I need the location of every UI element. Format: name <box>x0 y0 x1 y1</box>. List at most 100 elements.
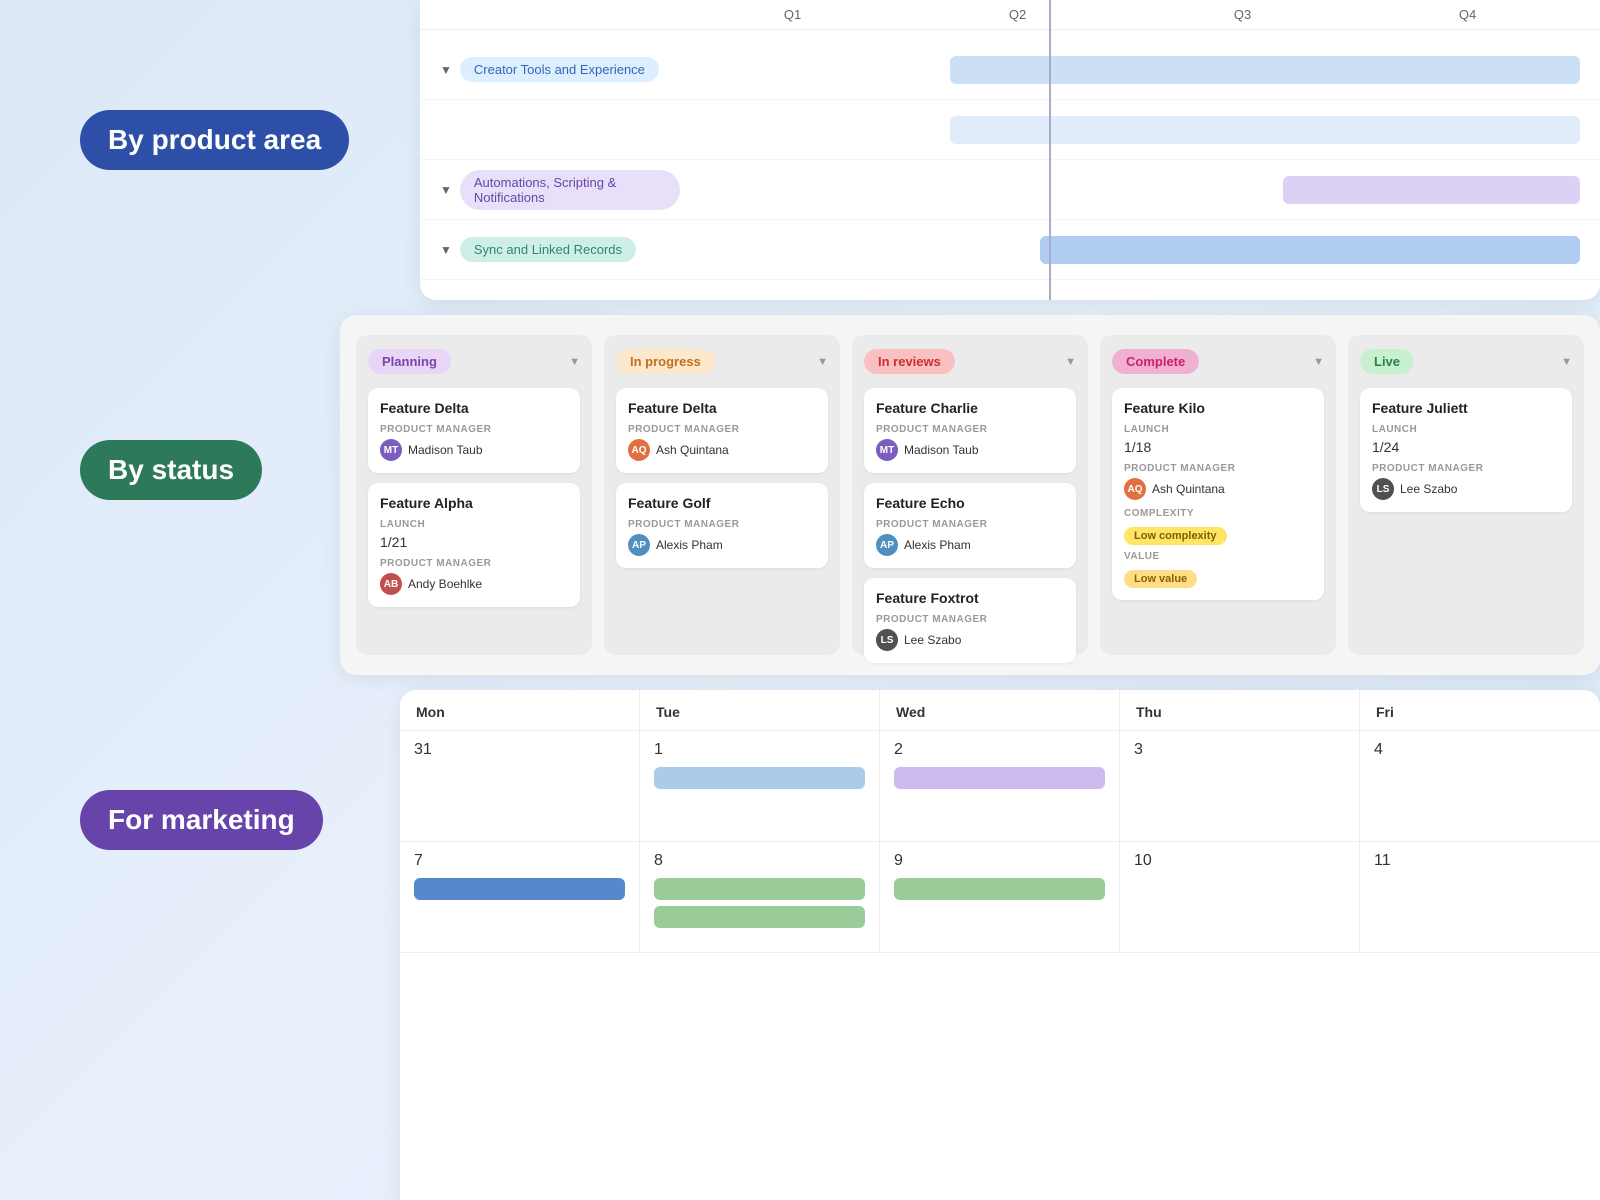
card-person-delta-ip: AQ Ash Quintana <box>628 439 816 461</box>
card-pm-label-kilo: PRODUCT MANAGER <box>1124 463 1312 474</box>
avatar-lee-juliett: LS <box>1372 478 1394 500</box>
cal-date-10: 10 <box>1134 852 1345 870</box>
card-person-kilo: AQ Ash Quintana <box>1124 478 1312 500</box>
gantt-label-creator: ▼ Creator Tools and Experience <box>440 57 680 82</box>
card-pm-label-alpha: PRODUCT MANAGER <box>380 558 568 569</box>
cal-bar-tue-2a <box>654 878 865 900</box>
calendar-week-1: 31 1 2 3 4 <box>400 731 1600 842</box>
chevron-icon-sync: ▼ <box>440 243 452 257</box>
card-title-1: Feature Delta <box>380 400 568 416</box>
card-launch-label-juliett: LAUNCH <box>1372 424 1560 435</box>
kanban-col-header-inprogress: In progress ▼ <box>616 349 828 374</box>
person-name-kilo: Ash Quintana <box>1152 482 1225 496</box>
status-badge-inprogress: In progress <box>616 349 715 374</box>
status-badge-planning: Planning <box>368 349 451 374</box>
cal-date-7: 7 <box>414 852 625 870</box>
person-name-foxtrot: Lee Szabo <box>904 633 961 647</box>
card-person-golf: AP Alexis Pham <box>628 534 816 556</box>
cal-date-8: 8 <box>654 852 865 870</box>
card-person-foxtrot: LS Lee Szabo <box>876 629 1064 651</box>
kanban-card-inprogress-1: Feature Delta PRODUCT MANAGER AQ Ash Qui… <box>616 388 828 473</box>
cal-bar-tue-1 <box>654 767 865 789</box>
avatar-ash-kilo: AQ <box>1124 478 1146 500</box>
for-marketing-label: For marketing <box>80 790 323 850</box>
card-person-charlie: MT Madison Taub <box>876 439 1064 461</box>
cal-cell-1: 1 <box>640 731 880 841</box>
gantt-bar-area-empty <box>680 100 1580 159</box>
gantt-tag-automations: Automations, Scripting & Notifications <box>460 170 680 210</box>
gantt-tag-creator: Creator Tools and Experience <box>460 57 659 82</box>
kanban-chevron-planning: ▼ <box>569 356 580 368</box>
gantt-label-automations: ▼ Automations, Scripting & Notifications <box>440 170 680 210</box>
status-badge-inreviews: In reviews <box>864 349 955 374</box>
card-launch-kilo: 1/18 <box>1124 439 1312 455</box>
card-label-1: PRODUCT MANAGER <box>380 424 568 435</box>
kanban-col-live: Live ▼ Feature Juliett LAUNCH 1/24 PRODU… <box>1348 335 1584 655</box>
gantt-row-empty <box>420 100 1600 160</box>
card-title-alpha: Feature Alpha <box>380 495 568 511</box>
card-person-juliett: LS Lee Szabo <box>1372 478 1560 500</box>
card-label-echo: PRODUCT MANAGER <box>876 519 1064 530</box>
kanban-card-planning-1: Feature Delta PRODUCT MANAGER MT Madison… <box>368 388 580 473</box>
avatar-alexis-golf: AP <box>628 534 650 556</box>
calendar-week-2: 7 8 9 10 11 <box>400 842 1600 953</box>
card-title-charlie: Feature Charlie <box>876 400 1064 416</box>
card-label-delta-ip: PRODUCT MANAGER <box>628 424 816 435</box>
kanban-col-header-complete: Complete ▼ <box>1112 349 1324 374</box>
kanban-card-charlie: Feature Charlie PRODUCT MANAGER MT Madis… <box>864 388 1076 473</box>
card-title-golf: Feature Golf <box>628 495 816 511</box>
card-person-echo: AP Alexis Pham <box>876 534 1064 556</box>
kanban-card-foxtrot: Feature Foxtrot PRODUCT MANAGER LS Lee S… <box>864 578 1076 663</box>
gantt-header: Q1 Q2 Q3 Q4 <box>420 0 1600 30</box>
cal-header-fri: Fri <box>1360 690 1600 730</box>
cal-date-2: 2 <box>894 741 1105 759</box>
cal-bar-wed-2 <box>894 878 1105 900</box>
card-title-echo: Feature Echo <box>876 495 1064 511</box>
card-title-juliett: Feature Juliett <box>1372 400 1560 416</box>
cal-header-mon: Mon <box>400 690 640 730</box>
card-launch-juliett: 1/24 <box>1372 439 1560 455</box>
person-name-echo: Alexis Pham <box>904 538 971 552</box>
cal-header-wed: Wed <box>880 690 1120 730</box>
kanban-panel: Planning ▼ Feature Delta PRODUCT MANAGER… <box>340 315 1600 675</box>
avatar-alexis-echo: AP <box>876 534 898 556</box>
value-badge-kilo: Low value <box>1124 570 1197 588</box>
calendar-body: 31 1 2 3 4 7 8 <box>400 731 1600 953</box>
gantt-bar-area-sync <box>680 220 1580 279</box>
kanban-col-inreviews: In reviews ▼ Feature Charlie PRODUCT MAN… <box>852 335 1088 655</box>
gantt-row-creator: ▼ Creator Tools and Experience <box>420 40 1600 100</box>
gantt-bar-auto <box>1283 176 1580 204</box>
card-title-foxtrot: Feature Foxtrot <box>876 590 1064 606</box>
gantt-bar-area-creator <box>680 40 1580 99</box>
cal-header-tue: Tue <box>640 690 880 730</box>
cal-cell-7: 7 <box>400 842 640 952</box>
avatar-andy: AB <box>380 573 402 595</box>
cal-header-thu: Thu <box>1120 690 1360 730</box>
cal-bar-wed-1 <box>894 767 1105 789</box>
gantt-bar-sync <box>1040 236 1580 264</box>
card-label-charlie: PRODUCT MANAGER <box>876 424 1064 435</box>
person-name-alpha: Andy Boehlke <box>408 577 482 591</box>
avatar-madison-1: MT <box>380 439 402 461</box>
complexity-badge-kilo: Low complexity <box>1124 527 1227 545</box>
kanban-col-complete: Complete ▼ Feature Kilo LAUNCH 1/18 PROD… <box>1100 335 1336 655</box>
kanban-card-kilo: Feature Kilo LAUNCH 1/18 PRODUCT MANAGER… <box>1112 388 1324 600</box>
chevron-icon: ▼ <box>440 63 452 77</box>
cal-date-9: 9 <box>894 852 1105 870</box>
cal-date-3: 3 <box>1134 741 1345 759</box>
gantt-current-line <box>1049 0 1051 300</box>
kanban-card-juliett: Feature Juliett LAUNCH 1/24 PRODUCT MANA… <box>1360 388 1572 512</box>
gantt-bar-creator <box>950 56 1580 84</box>
gantt-row-automations: ▼ Automations, Scripting & Notifications <box>420 160 1600 220</box>
calendar-header: Mon Tue Wed Thu Fri <box>400 690 1600 731</box>
cal-cell-9: 9 <box>880 842 1120 952</box>
kanban-chevron-inreviews: ▼ <box>1065 356 1076 368</box>
card-value-label-kilo: VALUE <box>1124 551 1312 562</box>
card-title-kilo: Feature Kilo <box>1124 400 1312 416</box>
cal-date-31: 31 <box>414 741 625 759</box>
kanban-col-inprogress: In progress ▼ Feature Delta PRODUCT MANA… <box>604 335 840 655</box>
gantt-label-sync: ▼ Sync and Linked Records <box>440 237 680 262</box>
cal-cell-10: 10 <box>1120 842 1360 952</box>
card-title-delta-ip: Feature Delta <box>628 400 816 416</box>
card-label-foxtrot: PRODUCT MANAGER <box>876 614 1064 625</box>
